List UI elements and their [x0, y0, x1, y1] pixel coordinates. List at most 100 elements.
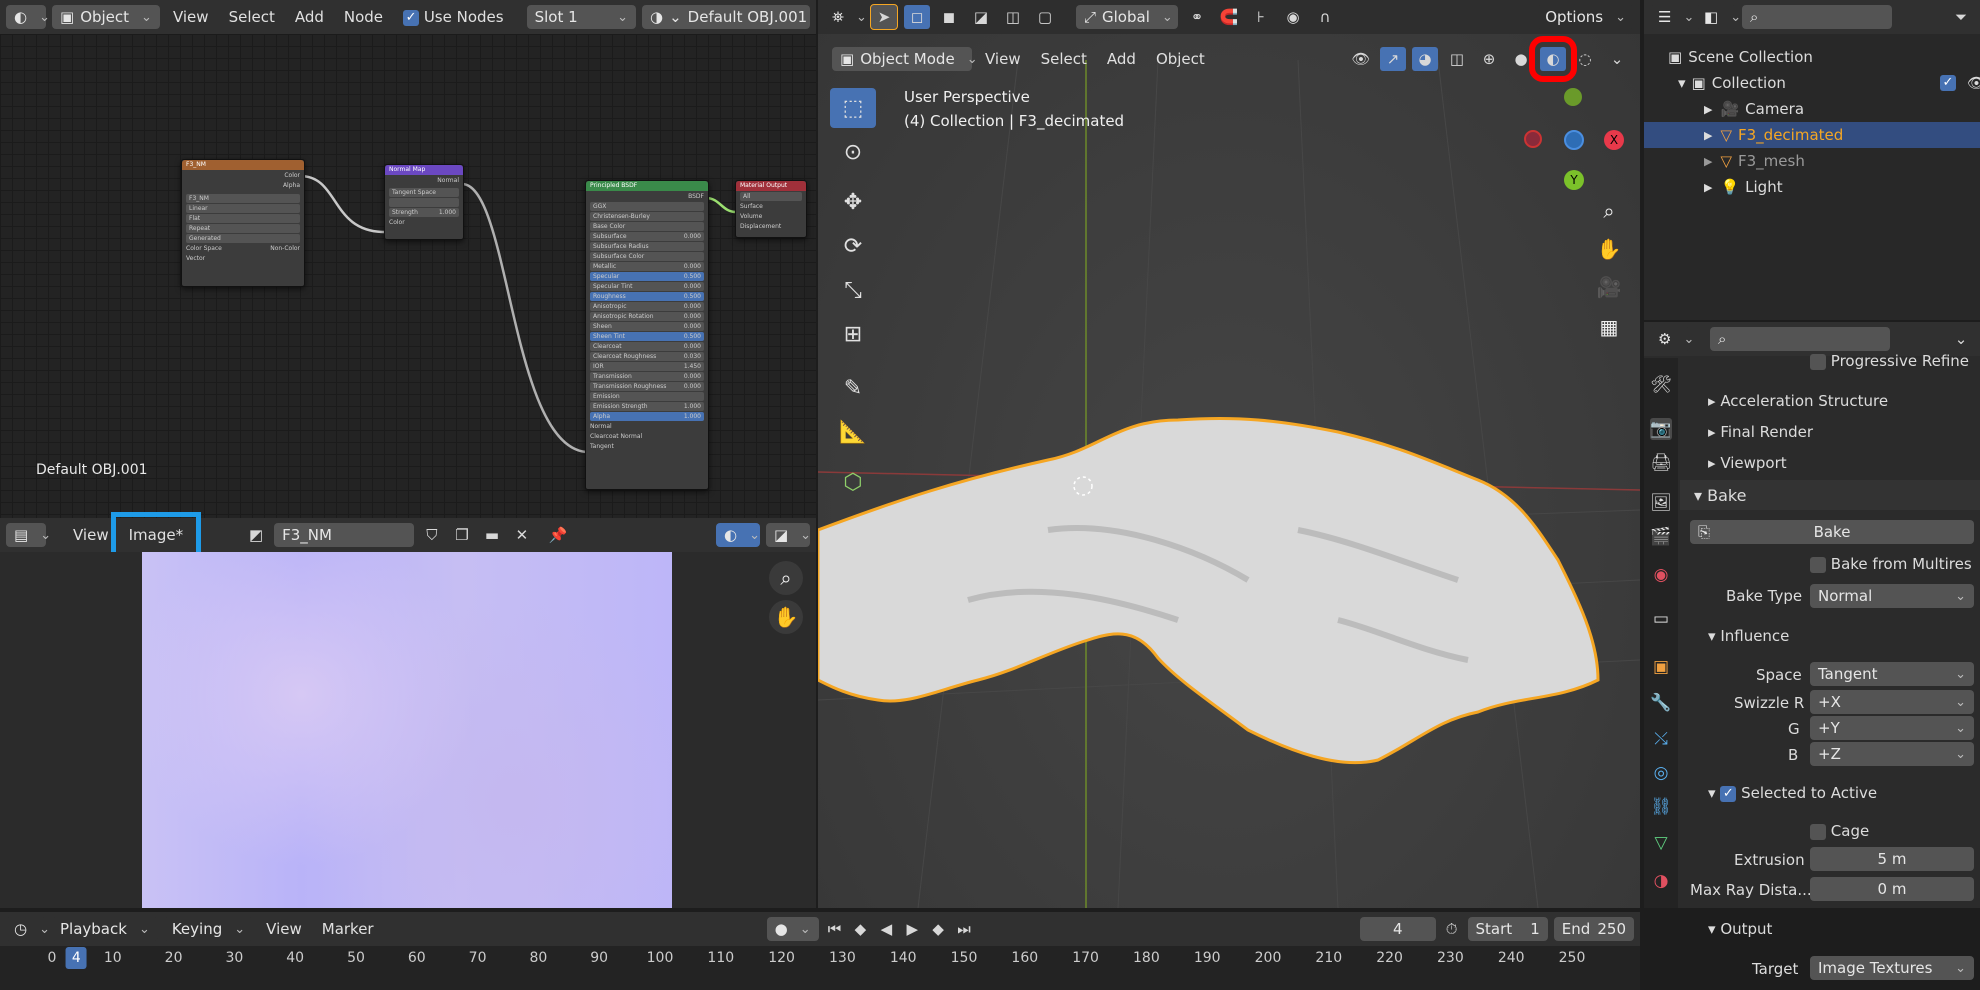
view-layer-tab-icon[interactable]: 🖼 — [1650, 492, 1672, 514]
menu-object[interactable]: Object — [1149, 47, 1212, 71]
bsdf-input-row[interactable]: Specular Tint 0.000 — [590, 282, 704, 291]
options-dropdown[interactable]: Options — [1537, 5, 1634, 29]
solid-shading-icon[interactable]: ● — [1508, 47, 1534, 71]
final-render-panel[interactable]: ▸ Final Render — [1708, 423, 1813, 441]
shield-icon[interactable]: ⛉ — [420, 523, 444, 547]
start-frame-field[interactable]: Start 1 — [1467, 917, 1548, 941]
scene-tab-icon[interactable]: 🎬 — [1650, 526, 1672, 548]
normal-map-node[interactable]: Normal Map Normal Tangent Space Strength… — [384, 164, 464, 240]
menu-view[interactable]: View — [166, 5, 216, 29]
expand-arrow-icon[interactable]: ▶ — [1704, 129, 1712, 142]
pivot-icon[interactable]: ⚭ — [1184, 5, 1210, 29]
bsdf-input-row[interactable]: Alpha 1.000 — [590, 412, 704, 421]
bake-type-dropdown[interactable]: Normal — [1810, 584, 1974, 608]
close-icon[interactable]: ✕ — [510, 523, 534, 547]
eye-icon[interactable]: 👁 — [1967, 74, 1980, 92]
add-cube-icon[interactable]: ⬡ — [830, 462, 876, 502]
space-dropdown[interactable]: Tangent — [1810, 662, 1974, 686]
bsdf-input-row[interactable]: Emission — [590, 392, 704, 401]
jump-end-icon[interactable]: ⏭ — [954, 917, 974, 941]
select-box-icon[interactable]: ⬚ — [830, 88, 876, 128]
selected-to-active-checkbox[interactable]: ▾ ✓ Selected to Active — [1708, 784, 1877, 802]
bake-from-multires-checkbox[interactable]: Bake from Multires — [1810, 555, 1972, 573]
bsdf-input-row[interactable]: Subsurface Radius — [590, 242, 704, 251]
swizzle-b-dropdown[interactable]: +Z — [1810, 742, 1974, 766]
strength-field[interactable]: Strength 1.000 — [389, 208, 459, 217]
menu-node[interactable]: Node — [337, 5, 390, 29]
physics-tab-icon[interactable]: ◎ — [1650, 762, 1672, 784]
influence-panel[interactable]: ▾ Influence — [1708, 627, 1789, 645]
bsdf-input-row[interactable]: Transmission Roughness 0.000 — [590, 382, 704, 391]
editor-type-button[interactable]: ☰ — [1650, 5, 1690, 29]
jump-start-icon[interactable]: ⏮ — [825, 917, 845, 941]
output-tab-icon[interactable]: 🖨 — [1650, 452, 1672, 474]
bsdf-input-row[interactable]: Specular 0.500 — [590, 272, 704, 281]
menu-add[interactable]: Add — [1100, 47, 1143, 71]
duplicate-icon[interactable]: ❐ — [450, 523, 474, 547]
material-output-node[interactable]: Material Output All Surface Volume Displ… — [735, 180, 807, 238]
extrusion-field[interactable]: 5 m — [1810, 847, 1974, 871]
editor-type-button[interactable]: ◷ — [6, 917, 46, 941]
image-view-settings[interactable]: ◪ — [765, 523, 810, 547]
filter-icon[interactable]: ⏷ — [1948, 5, 1974, 29]
properties-search-input[interactable]: ⌕ — [1710, 327, 1890, 351]
distribution-select[interactable]: GGX — [590, 202, 704, 211]
acceleration-structure-panel[interactable]: ▸ Acceleration Structure — [1708, 392, 1888, 410]
expand-arrow-icon[interactable]: ▶ — [1704, 181, 1712, 194]
cursor-icon[interactable]: ⊙ — [830, 132, 876, 172]
scale-icon[interactable]: ⤡ — [830, 270, 876, 310]
max-ray-distance-field[interactable]: 0 m — [1810, 877, 1974, 901]
material-tab-icon[interactable]: ◑ — [1650, 870, 1672, 892]
play-reverse-icon[interactable]: ◀ — [876, 917, 896, 941]
select-cursor-icon[interactable]: ➤ — [870, 4, 898, 30]
pin-icon[interactable]: 📌 — [546, 523, 570, 547]
bsdf-input-row[interactable]: Emission Strength 1.000 — [590, 402, 704, 411]
object-type-dropdown[interactable]: ▣ Object — [52, 5, 160, 29]
expand-arrow-icon[interactable]: ▶ — [1704, 103, 1712, 116]
gizmo-neg-x-axis[interactable] — [1524, 130, 1542, 148]
current-frame-field[interactable]: 4 — [1359, 917, 1436, 941]
camera-view-icon[interactable]: 🎥 — [1592, 270, 1626, 304]
output-panel[interactable]: ▾ Output — [1708, 920, 1772, 938]
menu-image[interactable]: Image* — [110, 512, 202, 558]
playback-menu[interactable]: Playback — [52, 917, 158, 941]
bsdf-input-row[interactable]: Roughness 0.500 — [590, 292, 704, 301]
navigation-gizmo[interactable]: X Y — [1520, 84, 1624, 194]
editor-type-button[interactable]: ◐ — [6, 5, 46, 29]
bake-panel-header[interactable]: ▾ Bake — [1680, 480, 1980, 510]
transform-orientation-dropdown[interactable]: ⤢ Global — [1076, 5, 1178, 29]
bsdf-input-row[interactable]: Sheen Tint 0.500 — [590, 332, 704, 341]
select-intersect-icon[interactable]: ▢ — [1032, 5, 1058, 29]
extension-select[interactable]: Repeat — [186, 224, 300, 233]
menu-marker[interactable]: Marker — [315, 917, 381, 941]
bsdf-input-row[interactable]: Clearcoat 0.000 — [590, 342, 704, 351]
bsdf-input-row[interactable]: Subsurface 0.000 — [590, 232, 704, 241]
bsdf-input-row[interactable]: Transmission 0.000 — [590, 372, 704, 381]
data-tab-icon[interactable]: ▽ — [1650, 832, 1672, 854]
viewport-panel[interactable]: ▸ Viewport — [1708, 454, 1787, 472]
menu-view[interactable]: View — [66, 523, 116, 547]
material-preview-shading-icon[interactable]: ◐ — [1529, 36, 1577, 82]
gizmo-toggle-icon[interactable]: ↗ — [1380, 47, 1406, 71]
select-subtract-icon[interactable]: ◪ — [968, 5, 994, 29]
move-icon[interactable]: ✥ — [830, 182, 876, 222]
stopwatch-icon[interactable]: ⏱ — [1442, 917, 1462, 941]
outliner-search-input[interactable]: ⌕ — [1742, 5, 1892, 29]
shading-options-icon[interactable]: ⌄ — [1604, 47, 1630, 71]
bsdf-input-row[interactable]: Subsurface Color — [590, 252, 704, 261]
source-select[interactable]: Generated — [186, 234, 300, 243]
menu-select[interactable]: Select — [1034, 47, 1094, 71]
transform-icon[interactable]: ⊞ — [830, 314, 876, 354]
keying-menu[interactable]: Keying — [163, 917, 254, 941]
world-tab-icon[interactable]: ◉ — [1650, 564, 1672, 586]
select-invert-icon[interactable]: ◫ — [1000, 5, 1026, 29]
editor-type-button[interactable]: ⛯ — [824, 5, 864, 29]
bsdf-input-row[interactable]: Sheen 0.000 — [590, 322, 704, 331]
render-tab-icon[interactable]: 📷 — [1650, 418, 1672, 440]
image-selector[interactable]: F3_NM — [186, 194, 300, 203]
cage-checkbox[interactable]: Cage — [1810, 822, 1869, 840]
overlay-toggle-icon[interactable]: ◕ — [1412, 47, 1438, 71]
annotate-icon[interactable]: ✎ — [830, 368, 876, 408]
space-select[interactable]: Tangent Space — [389, 188, 459, 197]
play-icon[interactable]: ▶ — [902, 917, 922, 941]
